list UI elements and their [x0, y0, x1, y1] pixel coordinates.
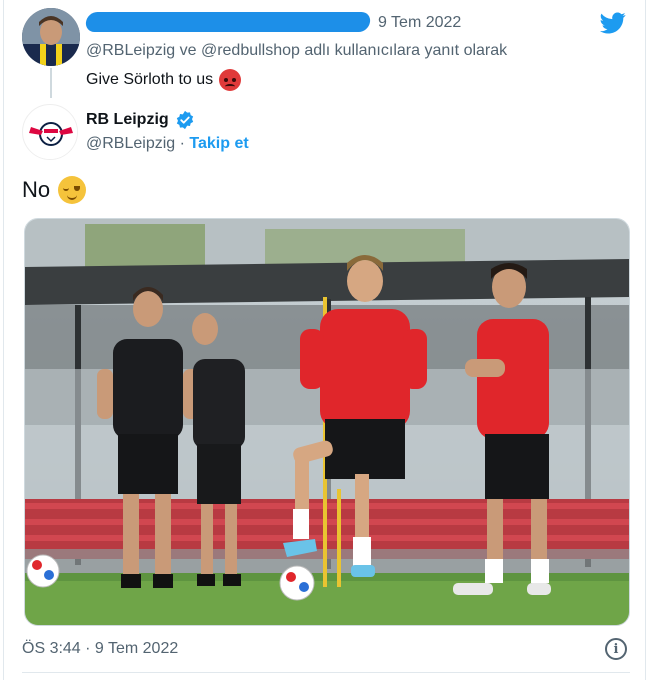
tweet-text-row: No	[22, 176, 87, 204]
divider	[22, 672, 630, 673]
author-name-row[interactable]: RB Leipzig	[86, 110, 195, 130]
author-name[interactable]: RB Leipzig	[86, 111, 169, 129]
reply-author-avatar[interactable]	[22, 8, 80, 66]
author-handle-row: @RBLeipzig · Takip et	[86, 135, 249, 153]
rb-leipzig-avatar[interactable]	[22, 104, 78, 160]
author-handle[interactable]: @RBLeipzig	[86, 135, 175, 152]
twitter-bird-icon[interactable]	[598, 10, 628, 36]
angry-face-icon	[219, 69, 242, 91]
redacted-username	[84, 12, 372, 32]
tweet-photo[interactable]	[24, 218, 630, 626]
verified-badge-icon	[176, 110, 193, 130]
reply-date[interactable]: 9 Tem 2022	[378, 14, 461, 32]
handle-separator: ·	[175, 135, 190, 152]
follow-button[interactable]: Takip et	[189, 135, 248, 152]
info-icon[interactable]: i	[605, 638, 627, 660]
thread-connector	[50, 68, 52, 98]
reply-text-row: Give Sörloth to us	[86, 69, 242, 91]
tweet-timestamp[interactable]: ÖS 3:44 · 9 Tem 2022	[22, 640, 178, 658]
reply-text: Give Sörloth to us	[86, 71, 214, 88]
reply-context: @RBLeipzig ve @redbullshop adlı kullanıc…	[86, 42, 508, 59]
tweet-text: No	[22, 177, 51, 202]
relieved-face-icon	[58, 176, 87, 204]
